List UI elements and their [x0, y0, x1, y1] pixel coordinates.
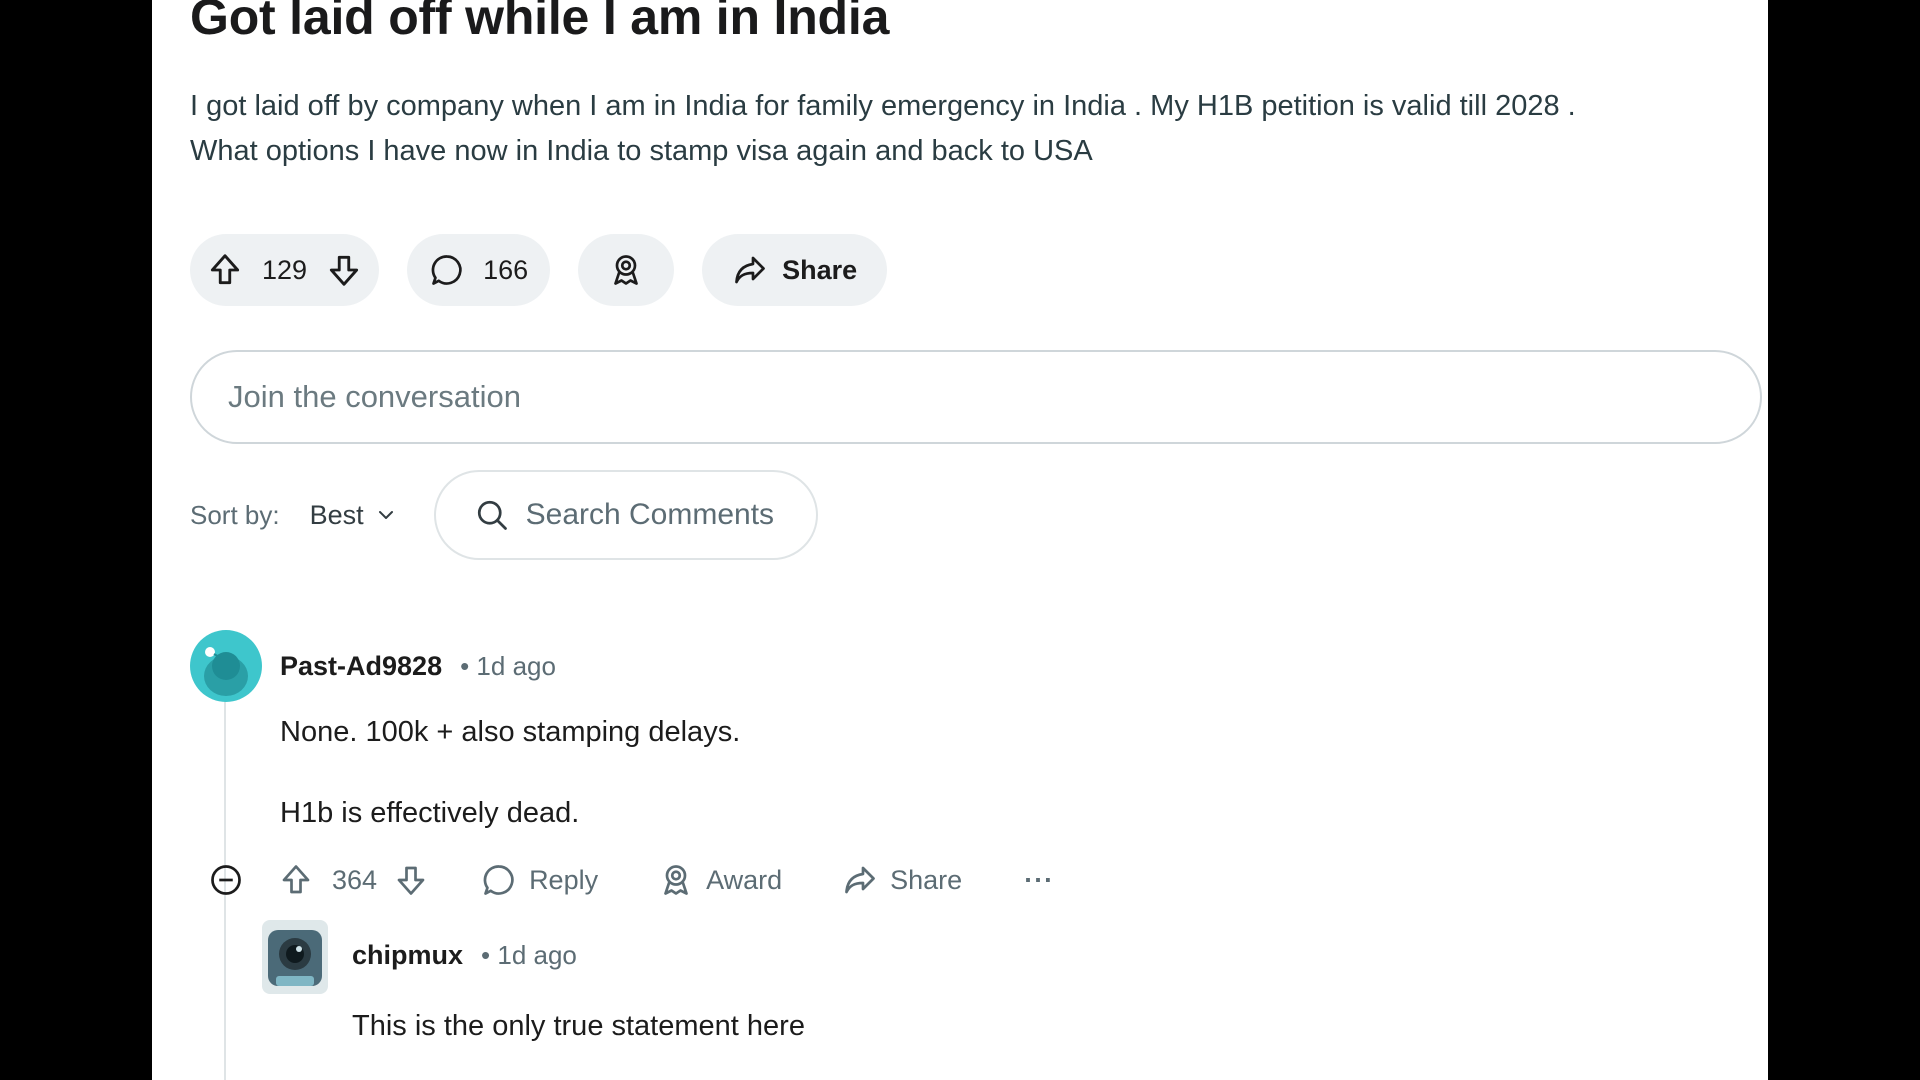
comment-action-bar: 364 Reply Award Share ··· [208, 858, 1054, 902]
share-button[interactable]: Share [842, 862, 962, 898]
avatar[interactable] [190, 630, 262, 702]
reply-label: Reply [529, 864, 599, 895]
post-body: I got laid off by company when I am in I… [190, 84, 1750, 174]
collapse-icon[interactable] [208, 862, 244, 898]
award-button[interactable] [578, 234, 675, 306]
post-body-line: What options I have now in India to stam… [190, 135, 1093, 167]
downvote-icon[interactable] [325, 251, 363, 289]
avatar[interactable] [262, 920, 328, 994]
comment-header: Past-Ad9828 • 1d ago [280, 644, 556, 688]
comments-button[interactable]: 166 [407, 234, 551, 306]
post-vote-count: 129 [262, 254, 308, 285]
comment-header: chipmux • 1d ago [352, 933, 577, 977]
share-icon [732, 252, 768, 288]
comment-meta: • 1d ago [460, 650, 556, 681]
award-button[interactable]: Award [658, 862, 782, 898]
award-label: Award [706, 864, 783, 895]
reply-button[interactable]: Reply [481, 862, 598, 898]
comment-author[interactable]: chipmux [352, 940, 463, 971]
search-comments-placeholder: Search Comments [525, 498, 775, 531]
share-button[interactable]: Share [702, 234, 888, 306]
comment-author[interactable]: Past-Ad9828 [280, 651, 442, 682]
share-icon [842, 862, 878, 898]
sort-selected: Best [309, 499, 364, 530]
vote-pill: 129 [190, 234, 380, 306]
search-icon [474, 497, 510, 533]
post-comment-count: 166 [483, 254, 529, 285]
sort-label: Sort by: [190, 499, 280, 530]
comment-icon [481, 862, 517, 898]
comment-text: H1b is effectively dead. [280, 797, 580, 829]
share-label: Share [782, 254, 858, 285]
post-body-line: I got laid off by company when I am in I… [190, 90, 1576, 122]
downvote-icon[interactable] [393, 862, 429, 898]
post-action-bar: 129 166 Share [190, 234, 888, 306]
search-comments-input[interactable]: Search Comments [433, 470, 818, 560]
comment-text: None. 100k + also stamping delays. [280, 716, 741, 748]
sort-dropdown[interactable]: Best [310, 500, 398, 531]
comment-vote-count: 364 [332, 864, 378, 895]
comment-meta: • 1d ago [481, 939, 577, 970]
comment-icon [429, 252, 465, 288]
sort-row: Sort by: Best Search Comments [190, 470, 818, 560]
post-page: Got laid off while I am in India I got l… [152, 0, 1768, 1080]
post-title: Got laid off while I am in India [190, 0, 890, 45]
upvote-icon[interactable] [278, 862, 314, 898]
join-placeholder: Join the conversation [228, 379, 521, 414]
award-icon [608, 252, 644, 288]
chevron-down-icon [374, 503, 398, 527]
comment-text: This is the only true statement here [352, 1010, 805, 1042]
upvote-icon[interactable] [206, 251, 244, 289]
more-options-button[interactable]: ··· [1024, 865, 1054, 896]
join-conversation-input[interactable]: Join the conversation [190, 350, 1762, 444]
share-label: Share [890, 864, 963, 895]
award-icon [658, 862, 694, 898]
